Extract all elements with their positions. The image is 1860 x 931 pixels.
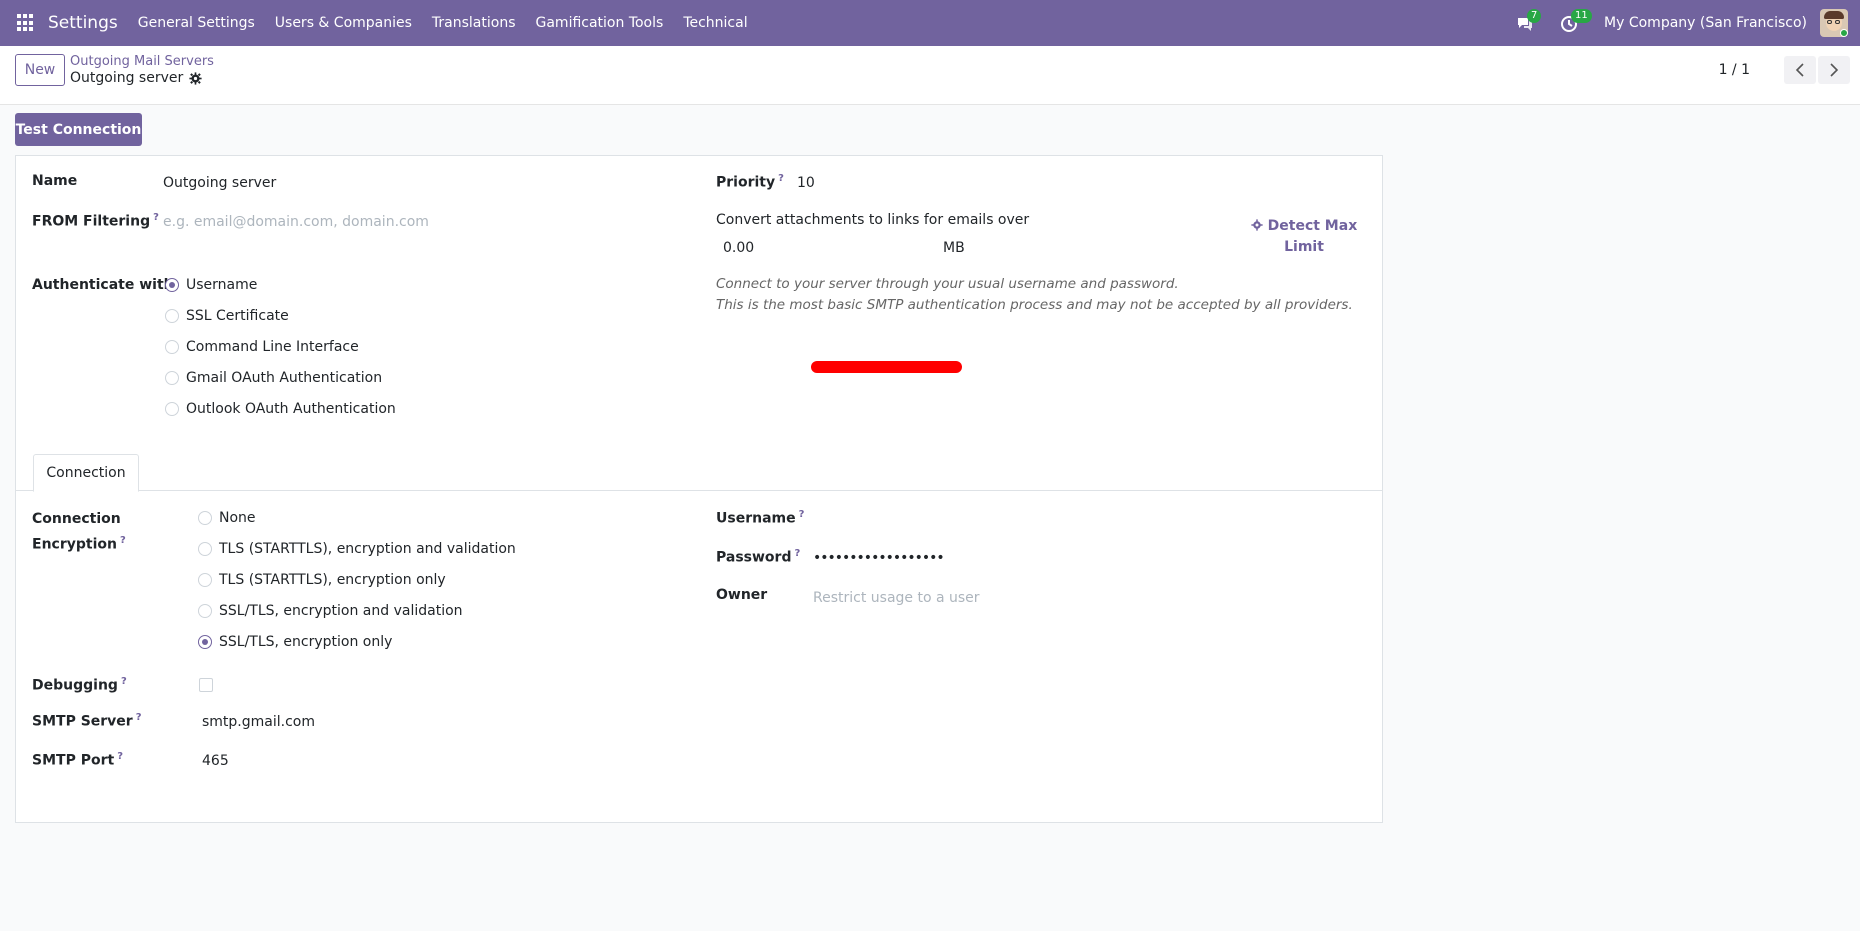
pager-previous-button[interactable] (1784, 56, 1816, 84)
smtp-server-input[interactable]: smtp.gmail.com (202, 714, 315, 730)
encryption-option-ssl-validation[interactable]: SSL/TLS, encryption and validation (198, 603, 463, 619)
name-label: Name (32, 173, 78, 189)
password-input[interactable]: •••••••••••••••••• (813, 550, 945, 566)
menu-technical[interactable]: Technical (673, 15, 757, 31)
radio-gmail[interactable] (165, 371, 179, 385)
pager-value[interactable]: 1 / 1 (1719, 62, 1750, 78)
record-title: Outgoing server (70, 70, 184, 86)
gear-icon (1251, 219, 1263, 231)
test-connection-button[interactable]: Test Connection (15, 113, 142, 146)
password-label: Password? (716, 548, 801, 566)
user-avatar[interactable] (1820, 9, 1848, 37)
from-filtering-input[interactable]: e.g. email@domain.com, domain.com (163, 214, 429, 230)
authenticate-label: Authenticate with (32, 277, 174, 293)
breadcrumb-current: Outgoing server (70, 70, 202, 86)
auth-option-cli[interactable]: Command Line Interface (165, 339, 359, 355)
radio-outlook[interactable] (165, 402, 179, 416)
owner-input[interactable]: Restrict usage to a user (813, 590, 980, 606)
gear-icon[interactable] (189, 71, 202, 85)
help-icon[interactable]: ? (778, 173, 784, 184)
encryption-option-starttls-only[interactable]: TLS (STARTTLS), encryption only (198, 572, 446, 588)
menu-translations[interactable]: Translations (422, 15, 526, 31)
username-label: Username? (716, 509, 805, 527)
messages-badge: 7 (1527, 9, 1542, 23)
help-icon[interactable]: ? (136, 712, 142, 723)
activities-button[interactable]: 11 (1560, 9, 1592, 34)
auth-option-ssl-certificate[interactable]: SSL Certificate (165, 308, 289, 324)
top-navbar: Settings General Settings Users & Compan… (0, 0, 1860, 46)
from-filtering-label: FROM Filtering? (32, 212, 159, 230)
help-icon[interactable]: ? (121, 676, 127, 687)
menu-users-companies[interactable]: Users & Companies (265, 15, 422, 31)
auth-hint: Connect to your server through your usua… (716, 276, 1353, 313)
detect-max-limit-button[interactable]: Detect Max Limit (1249, 216, 1359, 258)
chevron-right-icon (1830, 63, 1839, 77)
encryption-option-ssl-only[interactable]: SSL/TLS, encryption only (198, 634, 392, 650)
smtp-server-label: SMTP Server? (32, 712, 142, 730)
menu-gamification-tools[interactable]: Gamification Tools (526, 15, 674, 31)
control-panel: New Outgoing Mail Servers Outgoing serve… (0, 46, 1860, 105)
auth-option-outlook[interactable]: Outlook OAuth Authentication (165, 401, 396, 417)
messages-button[interactable]: 7 (1516, 9, 1542, 34)
convert-attachments-label: Convert attachments to links for emails … (716, 212, 1030, 228)
radio-encryption-none[interactable] (198, 511, 212, 525)
auth-option-username[interactable]: Username (165, 277, 257, 293)
connection-encryption-label: Connection Encryption? (32, 511, 126, 553)
help-icon[interactable]: ? (799, 509, 805, 520)
convert-unit: MB (943, 240, 965, 256)
tab-connection[interactable]: Connection (33, 454, 139, 492)
encryption-option-none[interactable]: None (198, 510, 256, 526)
radio-cli[interactable] (165, 340, 179, 354)
username-input-redacted[interactable] (811, 361, 962, 373)
company-switcher[interactable]: My Company (San Francisco) (1604, 15, 1807, 31)
activities-badge: 11 (1571, 9, 1592, 23)
owner-label: Owner (716, 587, 768, 603)
chevron-left-icon (1795, 63, 1804, 77)
help-icon[interactable]: ? (120, 535, 126, 546)
new-button[interactable]: New (15, 54, 65, 86)
radio-ssl-certificate[interactable] (165, 309, 179, 323)
apps-grid-icon[interactable] (17, 14, 35, 32)
encryption-option-starttls-validation[interactable]: TLS (STARTTLS), encryption and validatio… (198, 541, 516, 557)
priority-input[interactable]: 10 (797, 175, 815, 191)
radio-username[interactable] (165, 278, 179, 292)
smtp-port-label: SMTP Port? (32, 751, 123, 769)
menu-general-settings[interactable]: General Settings (128, 15, 265, 31)
convert-attachments-input[interactable]: 0.00 (723, 240, 754, 256)
radio-ssl-only[interactable] (198, 635, 212, 649)
pager-next-button[interactable] (1818, 56, 1850, 84)
app-brand[interactable]: Settings (48, 13, 118, 33)
smtp-port-input[interactable]: 465 (202, 753, 229, 769)
form-sheet: Name Outgoing server FROM Filtering? e.g… (15, 155, 1383, 823)
breadcrumb-outgoing-mail-servers[interactable]: Outgoing Mail Servers (70, 54, 214, 69)
radio-ssl-validation[interactable] (198, 604, 212, 618)
debugging-checkbox[interactable] (199, 678, 213, 692)
radio-starttls-only[interactable] (198, 573, 212, 587)
auth-option-gmail[interactable]: Gmail OAuth Authentication (165, 370, 382, 386)
help-icon[interactable]: ? (794, 548, 800, 559)
priority-label: Priority? (716, 173, 784, 191)
radio-starttls-validation[interactable] (198, 542, 212, 556)
online-status-icon (1840, 29, 1848, 37)
debugging-label: Debugging? (32, 676, 127, 694)
name-input[interactable]: Outgoing server (163, 175, 276, 191)
main-menu: General Settings Users & Companies Trans… (128, 15, 758, 31)
help-icon[interactable]: ? (153, 212, 159, 223)
help-icon[interactable]: ? (117, 751, 123, 762)
tabs-divider (16, 490, 1382, 491)
